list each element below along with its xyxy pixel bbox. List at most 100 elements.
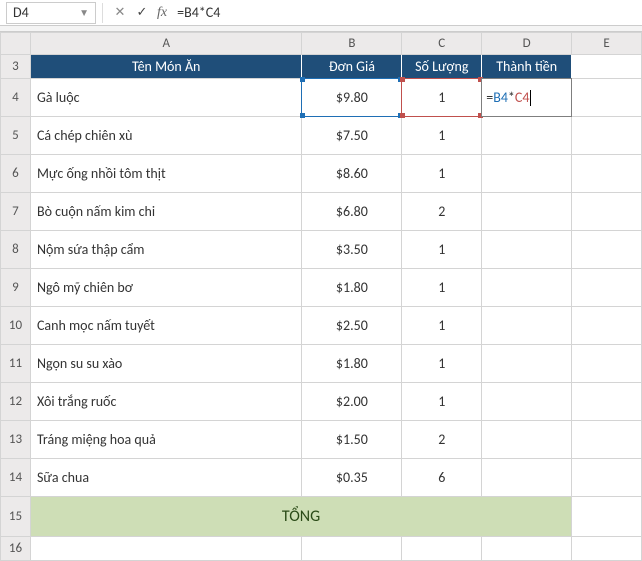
cell-total[interactable]	[482, 345, 572, 383]
row-header-4[interactable]: 4	[1, 79, 31, 117]
cell-price[interactable]: $1.50	[302, 421, 402, 459]
col-header-b[interactable]: B	[302, 33, 402, 55]
cell-name[interactable]: Sữa chua	[30, 459, 302, 497]
table-header-row: 3 Tên Món Ăn Đơn Giá Số Lượng Thành tiền	[1, 55, 642, 79]
cell-name[interactable]: Ngọn su su xào	[30, 345, 302, 383]
confirm-icon[interactable]: ✓	[131, 5, 153, 20]
cell[interactable]	[572, 193, 642, 231]
chevron-down-icon[interactable]: ▼	[79, 6, 89, 19]
cell-qty[interactable]: 6	[402, 459, 482, 497]
cell[interactable]	[482, 537, 572, 561]
fx-icon[interactable]: fx	[153, 5, 171, 21]
cell-total[interactable]	[482, 459, 572, 497]
cell-name[interactable]: Tráng miệng hoa quả	[30, 421, 302, 459]
cell[interactable]	[572, 307, 642, 345]
cell-name[interactable]: Bò cuộn nấm kim chi	[30, 193, 302, 231]
cell-editing[interactable]: =B4*C4	[482, 79, 572, 117]
text-cursor	[530, 90, 531, 106]
cell-qty[interactable]: 1	[402, 307, 482, 345]
row-header-8[interactable]: 8	[1, 231, 31, 269]
col-header-d[interactable]: D	[482, 33, 572, 55]
cell-total[interactable]	[482, 421, 572, 459]
cell-price[interactable]: $3.50	[302, 231, 402, 269]
formula-input[interactable]: =B4*C4	[171, 4, 642, 21]
cell[interactable]	[572, 497, 642, 537]
header-qty[interactable]: Số Lượng	[402, 55, 482, 79]
cell-qty[interactable]: 1	[402, 79, 482, 117]
total-label-cell[interactable]: TỔNG	[30, 497, 571, 537]
row-header-14[interactable]: 14	[1, 459, 31, 497]
row-header-9[interactable]: 9	[1, 269, 31, 307]
row-header-7[interactable]: 7	[1, 193, 31, 231]
cell[interactable]	[572, 537, 642, 561]
cell-qty[interactable]: 2	[402, 421, 482, 459]
cell[interactable]	[30, 537, 302, 561]
cell[interactable]	[572, 155, 642, 193]
cell[interactable]	[302, 537, 402, 561]
cell-total[interactable]	[482, 231, 572, 269]
header-total[interactable]: Thành tiền	[482, 55, 572, 79]
cell[interactable]	[572, 421, 642, 459]
cell-total[interactable]	[482, 269, 572, 307]
cell-price[interactable]: $9.80	[302, 79, 402, 117]
cell-name[interactable]: Gà luộc	[30, 79, 302, 117]
col-header-c[interactable]: C	[402, 33, 482, 55]
cell-qty[interactable]: 1	[402, 155, 482, 193]
cell-name[interactable]: Mực ống nhồi tôm thịt	[30, 155, 302, 193]
cell-total[interactable]	[482, 155, 572, 193]
cell-qty[interactable]: 1	[402, 269, 482, 307]
cell-total[interactable]	[482, 117, 572, 155]
row-header-10[interactable]: 10	[1, 307, 31, 345]
cell-price[interactable]: $6.80	[302, 193, 402, 231]
cell[interactable]	[572, 459, 642, 497]
col-header-a[interactable]: A	[30, 33, 302, 55]
cell-price[interactable]: $1.80	[302, 345, 402, 383]
cell[interactable]	[572, 383, 642, 421]
cell[interactable]	[572, 79, 642, 117]
cell-qty[interactable]: 2	[402, 193, 482, 231]
cell-price[interactable]: $2.50	[302, 307, 402, 345]
cell-qty[interactable]: 1	[402, 345, 482, 383]
cancel-icon[interactable]: ✕	[109, 5, 131, 20]
name-box-value: D4	[13, 4, 29, 21]
cell-price[interactable]: $7.50	[302, 117, 402, 155]
cell-price[interactable]: $2.00	[302, 383, 402, 421]
col-header-e[interactable]: E	[572, 33, 642, 55]
cell-name[interactable]: Ngô mỹ chiên bơ	[30, 269, 302, 307]
row-header-5[interactable]: 5	[1, 117, 31, 155]
row-header-15[interactable]: 15	[1, 497, 31, 537]
row-header-12[interactable]: 12	[1, 383, 31, 421]
header-price[interactable]: Đơn Giá	[302, 55, 402, 79]
cell-qty[interactable]: 1	[402, 117, 482, 155]
formula-bar: D4 ▼ ✕ ✓ fx =B4*C4	[0, 0, 642, 26]
cell[interactable]	[572, 231, 642, 269]
cell-qty[interactable]: 1	[402, 231, 482, 269]
header-name[interactable]: Tên Món Ăn	[30, 55, 302, 79]
cell-price[interactable]: $0.35	[302, 459, 402, 497]
cell-price[interactable]: $8.60	[302, 155, 402, 193]
row-header-6[interactable]: 6	[1, 155, 31, 193]
cell-name[interactable]: Canh mọc nấm tuyết	[30, 307, 302, 345]
cell[interactable]	[572, 269, 642, 307]
cell[interactable]	[572, 345, 642, 383]
row-header-16[interactable]: 16	[1, 537, 31, 561]
row-header-11[interactable]: 11	[1, 345, 31, 383]
cell-editor[interactable]: =B4*C4	[481, 78, 572, 117]
cell[interactable]	[402, 537, 482, 561]
cell[interactable]	[572, 55, 642, 79]
row-header-13[interactable]: 13	[1, 421, 31, 459]
spreadsheet-grid[interactable]: A B C D E 3 Tên Món Ăn Đơn Giá Số Lượng …	[0, 32, 642, 561]
cell-name[interactable]: Cá chép chiên xù	[30, 117, 302, 155]
row-header-3[interactable]: 3	[1, 55, 31, 79]
cell-qty[interactable]: 1	[402, 383, 482, 421]
select-all-corner[interactable]	[1, 33, 31, 55]
cell-total[interactable]	[482, 307, 572, 345]
cell[interactable]	[572, 117, 642, 155]
cell-total[interactable]	[482, 193, 572, 231]
cell-price[interactable]: $1.80	[302, 269, 402, 307]
cell-name[interactable]: Xôi trắng ruốc	[30, 383, 302, 421]
table-row: 4 Gà luộc $9.80 1 =B4*C4	[1, 79, 642, 117]
cell-name[interactable]: Nộm sứa thập cẩm	[30, 231, 302, 269]
cell-total[interactable]	[482, 383, 572, 421]
name-box[interactable]: D4 ▼	[6, 2, 96, 24]
